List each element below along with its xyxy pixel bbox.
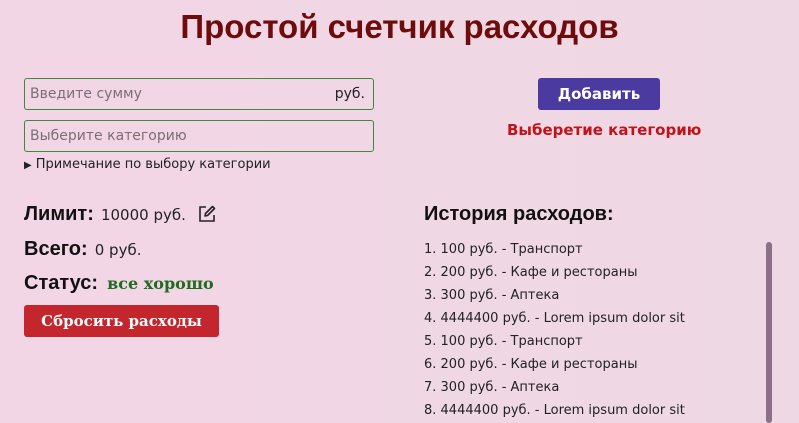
status-row: Статус: все хорошо: [24, 272, 214, 295]
category-field[interactable]: [24, 120, 374, 152]
history-title: История расходов:: [424, 203, 614, 225]
page-title: Простой счетчик расходов: [180, 8, 619, 45]
amount-input[interactable]: [25, 79, 325, 109]
history-item: 6. 200 руб. - Кафе и рестораны: [424, 357, 638, 372]
edit-icon[interactable]: [197, 204, 217, 228]
limit-value: 10000 руб.: [100, 206, 186, 224]
category-note-label: Примечание по выбору категории: [35, 157, 271, 172]
history-item: 8. 4444400 руб. - Lorem ipsum dolor sit: [424, 403, 685, 418]
add-button[interactable]: Добавить: [538, 78, 660, 110]
category-input[interactable]: [25, 121, 325, 151]
history-item: 4. 4444400 руб. - Lorem ipsum dolor sit: [424, 311, 685, 326]
history-item: 2. 200 руб. - Кафе и рестораны: [424, 265, 638, 280]
total-label: Всего:: [24, 238, 88, 260]
history-scroll-thumb[interactable]: [766, 242, 772, 423]
category-warning: Выберетие категорию: [507, 121, 702, 139]
history-item: 5. 100 руб. - Транспорт: [424, 334, 583, 349]
history-item: 7. 300 руб. - Аптека: [424, 380, 560, 395]
limit-row: Лимит: 10000 руб.: [24, 203, 217, 228]
triangle-right-icon: ▶: [24, 160, 32, 171]
history-scrollbar[interactable]: [763, 240, 775, 423]
history-item: 3. 300 руб. - Аптека: [424, 288, 560, 303]
limit-label: Лимит:: [24, 203, 94, 225]
status-value: все хорошо: [107, 274, 214, 293]
history-list: 1. 100 руб. - Транспорт 2. 200 руб. - Ка…: [424, 240, 764, 423]
history-item: 1. 100 руб. - Транспорт: [424, 242, 583, 257]
currency-suffix: руб.: [334, 86, 365, 102]
category-note-toggle[interactable]: ▶ Примечание по выбору категории: [24, 157, 271, 172]
status-label: Статус:: [24, 272, 99, 294]
total-value: 0 руб.: [94, 241, 142, 259]
total-row: Всего: 0 руб.: [24, 238, 141, 261]
amount-field[interactable]: руб.: [24, 78, 374, 110]
reset-expenses-button[interactable]: Сбросить расходы: [24, 305, 219, 337]
